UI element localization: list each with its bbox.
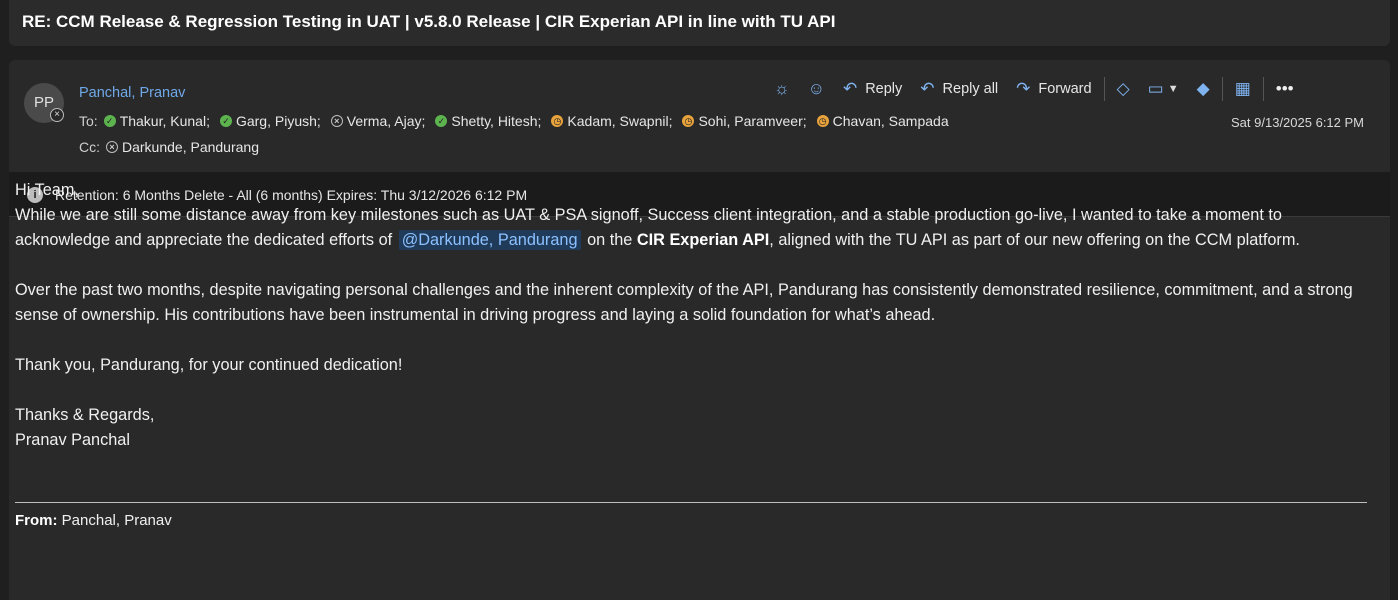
recipient[interactable]: × Darkunde, Pandurang [106, 139, 259, 155]
recipient[interactable]: ◷ Sohi, Paramveer; [682, 113, 807, 129]
email-subject: RE: CCM Release & Regression Testing in … [22, 12, 836, 31]
message-header: PP × Panchal, Pranav To: ✓ Thakur, Kunal;… [9, 60, 1390, 172]
apps-button[interactable]: ▦ [1235, 79, 1251, 99]
addin-button[interactable]: ◆ [1197, 79, 1210, 99]
more-icon: ••• [1275, 79, 1294, 98]
presence-offline-icon: × [50, 108, 64, 122]
quote-divider [15, 502, 1367, 503]
image-icon: ▭ [1147, 79, 1164, 98]
cc-label: Cc: [79, 139, 100, 155]
reply-all-icon: ↶ [920, 79, 935, 98]
cc-line: Cc: × Darkunde, Pandurang [79, 139, 269, 155]
reply-button[interactable]: ↶ Reply [843, 79, 902, 99]
presence-away-icon: ◷ [551, 115, 564, 127]
loop-button[interactable]: ◇ [1117, 79, 1130, 99]
presence-available-icon: ✓ [103, 115, 116, 127]
recipient[interactable]: ◷ Chavan, Sampada [816, 113, 949, 129]
recipient[interactable]: ✓ Shetty, Hitesh; [435, 113, 541, 129]
recipient[interactable]: × Verma, Ajay; [330, 113, 425, 129]
recipient[interactable]: ◷ Kadam, Swapnil; [551, 113, 672, 129]
body-paragraph: While we are still some distance away fr… [15, 206, 1300, 250]
presence-offline-icon: × [330, 115, 343, 127]
smiley-icon: ☺ [807, 79, 825, 98]
presence-offline-icon: × [106, 141, 118, 153]
brightness-button[interactable]: ☼ [774, 79, 790, 99]
reply-icon: ↶ [842, 79, 858, 98]
to-label: To: [79, 113, 98, 129]
recipient[interactable]: ✓ Garg, Piyush; [219, 113, 321, 129]
signoff: Thanks & Regards, [15, 406, 155, 424]
to-line: To: ✓ Thakur, Kunal; ✓ Garg, Piyush; × Verm… [79, 113, 959, 129]
presence-away-icon: ◷ [682, 115, 695, 127]
sent-date: Sat 9/13/2025 6:12 PM [1231, 115, 1364, 130]
image-button[interactable]: ▭ ▼ [1148, 79, 1179, 99]
more-button[interactable]: ••• [1276, 79, 1294, 99]
reply-all-button[interactable]: ↶ Reply all [920, 79, 998, 99]
chevron-down-icon: ▼ [1167, 83, 1179, 95]
apps-icon: ▦ [1234, 79, 1251, 98]
quoted-from-line: From: Panchal, Pranav [15, 512, 172, 529]
toolbar-divider [1262, 77, 1264, 101]
subject-bar: RE: CCM Release & Regression Testing in … [9, 0, 1390, 46]
fish-icon: ◆ [1196, 79, 1210, 98]
body-paragraph: Thank you, Pandurang, for your continued… [15, 356, 403, 374]
forward-button[interactable]: ↷ Forward [1016, 79, 1091, 99]
presence-available-icon: ✓ [435, 115, 448, 127]
body-paragraph: Over the past two months, despite naviga… [15, 281, 1353, 324]
mention-link[interactable]: @Darkunde, Pandurang [398, 230, 581, 250]
message-body: Hi Team, While we are still some distanc… [15, 178, 1370, 453]
message-toolbar: ☼ ☺ ↶ Reply ↶ Reply all ↷ Forward ◇ ▭ ▼ ◆ ▦ … [774, 77, 1312, 101]
sender-name[interactable]: Panchal, Pranav [79, 85, 185, 101]
signature: Pranav Panchal [15, 431, 130, 449]
recipient[interactable]: ✓ Thakur, Kunal; [103, 113, 210, 129]
forward-icon: ↷ [1016, 79, 1031, 98]
presence-away-icon: ◷ [816, 115, 829, 127]
presence-available-icon: ✓ [219, 115, 232, 127]
toolbar-divider [1221, 77, 1223, 101]
loop-icon: ◇ [1116, 79, 1130, 98]
toolbar-divider [1103, 77, 1105, 101]
sun-icon: ☼ [774, 79, 790, 98]
reaction-button[interactable]: ☺ [808, 79, 825, 99]
greeting: Hi Team, [15, 181, 79, 199]
